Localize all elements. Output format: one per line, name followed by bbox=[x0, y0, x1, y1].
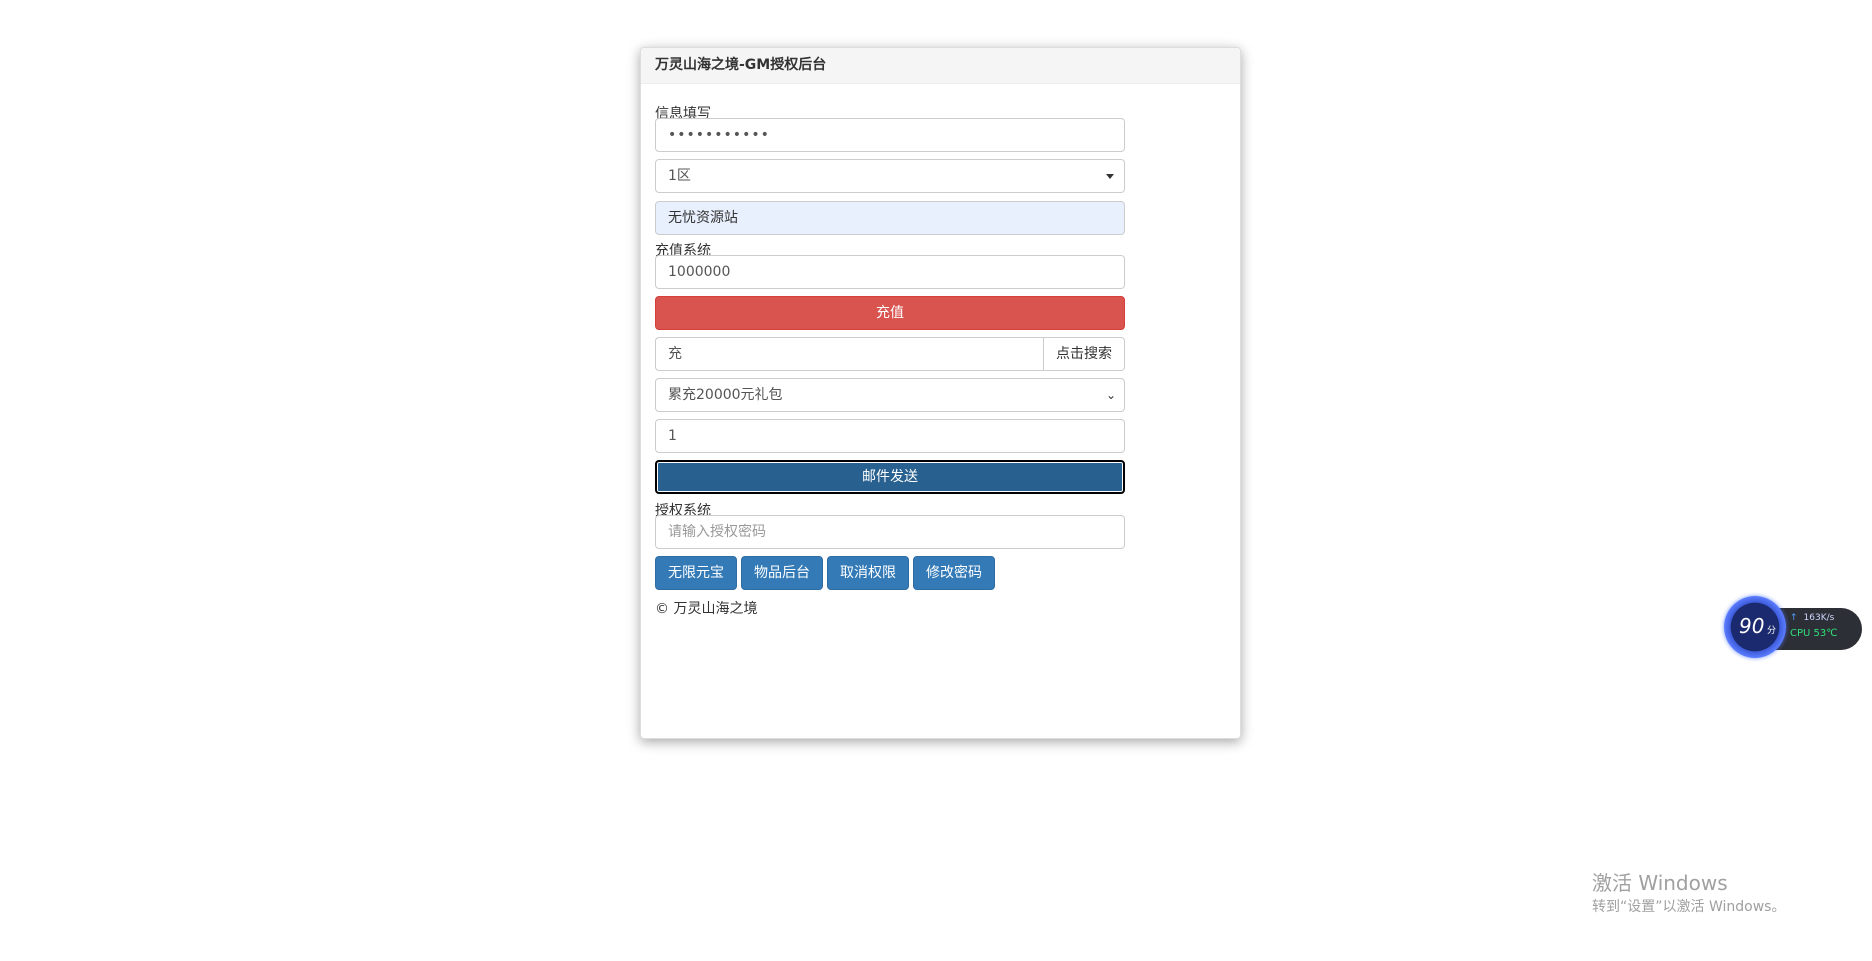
auth-button-row: 无限元宝 物品后台 取消权限 修改密码 bbox=[655, 556, 995, 590]
server-select-value: 1区 bbox=[668, 168, 691, 184]
item-admin-button[interactable]: 物品后台 bbox=[741, 556, 823, 590]
widget-cpu-temp: CPU 53℃ bbox=[1790, 628, 1838, 639]
chevron-down-icon: ⌄ bbox=[1105, 388, 1116, 402]
footer-copyright: © 万灵山海之境 bbox=[655, 601, 758, 617]
widget-score: 90 bbox=[1739, 614, 1765, 638]
widget-score-unit: 分 bbox=[1767, 626, 1777, 636]
watermark-line2: 转到“设置”以激活 Windows。 bbox=[1592, 899, 1786, 915]
recharge-button[interactable]: 充值 bbox=[655, 296, 1125, 330]
mail-send-button[interactable]: 邮件发送 bbox=[655, 460, 1125, 494]
role-name-input[interactable]: 无忧资源站 bbox=[655, 201, 1125, 235]
widget-net-speed: ↑ 163K/s bbox=[1790, 613, 1834, 623]
item-select-value: 累充20000元礼包 bbox=[668, 387, 783, 403]
panel-title: 万灵山海之境-GM授权后台 bbox=[641, 48, 1240, 84]
widget-net-speed-value: 163K/s bbox=[1803, 613, 1835, 623]
item-select[interactable]: 累充20000元礼包 ⌄ bbox=[655, 378, 1125, 412]
system-monitor-widget[interactable]: 90 分 ↑ 163K/s CPU 53℃ bbox=[1724, 596, 1862, 662]
change-password-button[interactable]: 修改密码 bbox=[913, 556, 995, 590]
recharge-amount-input[interactable]: 1000000 bbox=[655, 255, 1125, 289]
revoke-permission-button[interactable]: 取消权限 bbox=[827, 556, 909, 590]
watermark-line1: 激活 Windows bbox=[1592, 871, 1728, 895]
upload-arrow-icon: ↑ bbox=[1790, 613, 1798, 623]
auth-password-input[interactable]: 请输入授权密码 bbox=[655, 515, 1125, 549]
windows-activation-watermark: 激活 Windows 转到“设置”以激活 Windows。 bbox=[1592, 870, 1785, 918]
auth-password-placeholder: 请输入授权密码 bbox=[668, 524, 766, 540]
item-search-input[interactable]: 充 bbox=[655, 337, 1043, 371]
caret-down-icon bbox=[1106, 174, 1114, 179]
unlimited-ingot-button[interactable]: 无限元宝 bbox=[655, 556, 737, 590]
server-select[interactable]: 1区 bbox=[655, 159, 1125, 193]
account-password-input[interactable]: ••••••••••• bbox=[655, 118, 1125, 152]
gm-panel: 万灵山海之境-GM授权后台 信息填写 ••••••••••• 1区 无忧资源站 … bbox=[640, 47, 1241, 739]
item-quantity-input[interactable]: 1 bbox=[655, 419, 1125, 453]
item-search-group: 充 点击搜索 bbox=[655, 337, 1125, 371]
search-button[interactable]: 点击搜索 bbox=[1043, 337, 1125, 371]
